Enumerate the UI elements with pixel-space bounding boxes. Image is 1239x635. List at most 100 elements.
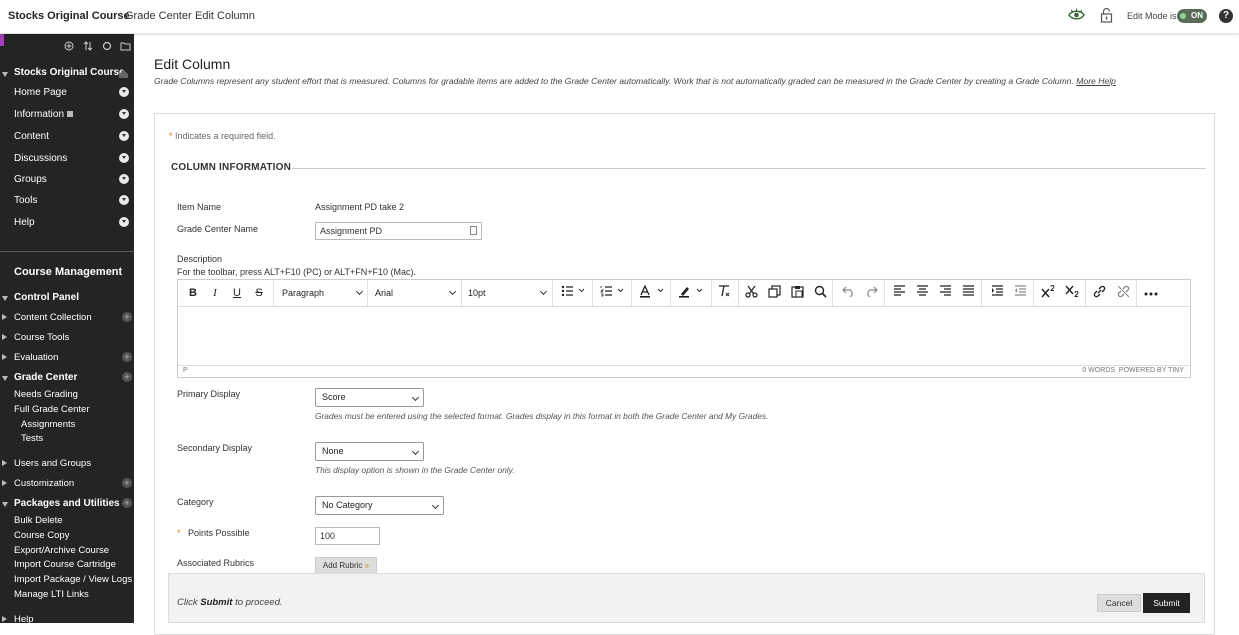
home-page-options-icon[interactable]	[119, 87, 129, 97]
subscript-icon[interactable]	[1064, 285, 1080, 301]
packages-caret[interactable]	[2, 502, 8, 507]
underline-icon[interactable]: U	[230, 285, 244, 301]
course-tools-caret[interactable]	[2, 334, 7, 340]
add-menu-item-icon[interactable]	[64, 38, 74, 56]
submit-button[interactable]: Submit	[1143, 593, 1190, 613]
sidebar-item-discussions[interactable]: Discussions	[14, 153, 67, 164]
cut-icon[interactable]	[744, 285, 758, 301]
evaluation-caret[interactable]	[2, 354, 7, 360]
editor-body[interactable]	[178, 307, 1190, 365]
align-justify-icon[interactable]	[961, 285, 975, 301]
sidebar-item-groups[interactable]: Groups	[14, 174, 47, 185]
sidebar-item-full-grade-center[interactable]: Full Grade Center	[14, 404, 90, 415]
element-path[interactable]: P	[183, 367, 188, 374]
sidebar-item-home-page[interactable]: Home Page	[14, 87, 67, 98]
grade-center-caret[interactable]	[2, 376, 8, 381]
breadcrumb-course[interactable]: Stocks Original Course	[8, 10, 130, 22]
sidebar-item-export-archive[interactable]: Export/Archive Course	[14, 545, 109, 556]
sidebar-item-import-package[interactable]: Import Package / View Logs	[14, 574, 132, 585]
users-groups-caret[interactable]	[2, 460, 7, 466]
sidebar-item-assignments[interactable]: Assignments	[21, 419, 75, 430]
sidebar-item-customization[interactable]: Customization	[14, 478, 74, 489]
italic-icon[interactable]: I	[208, 285, 222, 301]
packages-add-icon[interactable]: +	[122, 498, 132, 508]
sidebar-item-content[interactable]: Content	[14, 131, 49, 142]
unlink-icon[interactable]	[1116, 285, 1130, 301]
undo-icon[interactable]	[841, 285, 855, 301]
primary-display-select[interactable]: Score	[315, 388, 424, 407]
control-panel-title[interactable]: Control Panel	[14, 292, 79, 303]
collapse-caret[interactable]	[2, 72, 8, 77]
sidebar-item-course-tools[interactable]: Course Tools	[14, 332, 69, 343]
paragraph-dropdown[interactable]: Paragraph	[282, 285, 364, 301]
information-options-icon[interactable]	[119, 109, 129, 119]
font-family-dropdown[interactable]: Arial	[375, 285, 457, 301]
folder-view-icon[interactable]	[120, 38, 131, 56]
content-collection-add-icon[interactable]: +	[122, 312, 132, 322]
copy-icon[interactable]	[767, 285, 781, 301]
powered-by-tiny[interactable]: POWERED BY TINY	[1119, 367, 1184, 374]
align-center-icon[interactable]	[915, 285, 929, 301]
sidebar-item-evaluation[interactable]: Evaluation	[14, 352, 58, 363]
sidebar-item-information[interactable]: Information	[14, 109, 73, 120]
edit-mode-toggle[interactable]: ON	[1177, 9, 1207, 23]
find-replace-icon[interactable]	[813, 285, 827, 301]
customization-add-icon[interactable]: +	[122, 478, 132, 488]
field-options-icon[interactable]	[470, 226, 477, 235]
sidebar-item-manage-lti[interactable]: Manage LTI Links	[14, 589, 89, 600]
paste-icon[interactable]	[790, 285, 804, 301]
refresh-icon[interactable]	[102, 38, 112, 56]
customization-caret[interactable]	[2, 480, 7, 486]
category-select[interactable]: No Category	[315, 496, 444, 515]
align-left-icon[interactable]	[892, 285, 906, 301]
numbered-list-icon[interactable]	[599, 285, 627, 301]
sidebar-item-users-and-groups[interactable]: Users and Groups	[14, 458, 91, 469]
unlock-icon[interactable]	[1100, 7, 1113, 28]
discussions-options-icon[interactable]	[119, 153, 129, 163]
breadcrumb-grade-center[interactable]: Grade Center	[125, 10, 192, 22]
sidebar-course-title[interactable]: Stocks Original Course	[14, 67, 125, 78]
link-icon[interactable]	[1092, 285, 1106, 301]
bold-icon[interactable]: B	[186, 285, 200, 301]
grade-center-add-icon[interactable]: +	[122, 372, 132, 382]
content-options-icon[interactable]	[119, 131, 129, 141]
sidebar-item-help[interactable]: Help	[14, 217, 35, 228]
sidebar-item-packages-and-utilities[interactable]: Packages and Utilities	[14, 498, 120, 509]
help-options-icon[interactable]	[119, 217, 129, 227]
points-possible-input[interactable]: 100	[315, 527, 380, 545]
highlight-color-icon[interactable]	[677, 285, 707, 301]
bullet-list-icon[interactable]	[560, 285, 588, 301]
sidebar-item-tools[interactable]: Tools	[14, 195, 37, 206]
secondary-display-select[interactable]: None	[315, 442, 424, 461]
superscript-icon[interactable]	[1040, 285, 1056, 301]
sidebar-item-import-cartridge[interactable]: Import Course Cartridge	[14, 559, 116, 570]
student-preview-eye-icon[interactable]	[1068, 8, 1085, 27]
cancel-button[interactable]: Cancel	[1097, 594, 1141, 612]
grade-center-name-input[interactable]: Assignment PD	[315, 222, 482, 240]
more-options-icon[interactable]	[1143, 285, 1159, 301]
clear-formatting-icon[interactable]	[716, 285, 732, 301]
help-icon[interactable]: ?	[1219, 9, 1233, 23]
sidebar-item-help-bottom[interactable]: Help	[14, 614, 34, 623]
tools-options-icon[interactable]	[119, 195, 129, 205]
control-panel-caret[interactable]	[2, 296, 8, 301]
help-section-caret[interactable]	[2, 616, 7, 622]
content-collection-caret[interactable]	[2, 314, 7, 320]
sidebar-item-content-collection[interactable]: Content Collection	[14, 312, 92, 323]
text-color-icon[interactable]	[638, 284, 668, 301]
outdent-icon[interactable]	[1013, 285, 1027, 301]
sidebar-item-grade-center[interactable]: Grade Center	[14, 372, 77, 383]
sidebar-item-needs-grading[interactable]: Needs Grading	[14, 389, 78, 400]
indent-icon[interactable]	[990, 285, 1004, 301]
font-size-dropdown[interactable]: 10pt	[468, 285, 548, 301]
align-right-icon[interactable]	[938, 285, 952, 301]
groups-options-icon[interactable]	[119, 174, 129, 184]
sidebar-item-tests[interactable]: Tests	[21, 433, 43, 444]
evaluation-add-icon[interactable]: +	[122, 352, 132, 362]
sidebar-item-course-copy[interactable]: Course Copy	[14, 530, 69, 541]
strikethrough-icon[interactable]: S	[252, 285, 266, 301]
reorder-icon[interactable]	[83, 38, 93, 56]
more-help-link[interactable]: More Help	[1076, 76, 1116, 86]
redo-icon[interactable]	[864, 285, 878, 301]
sidebar-item-bulk-delete[interactable]: Bulk Delete	[14, 515, 63, 526]
